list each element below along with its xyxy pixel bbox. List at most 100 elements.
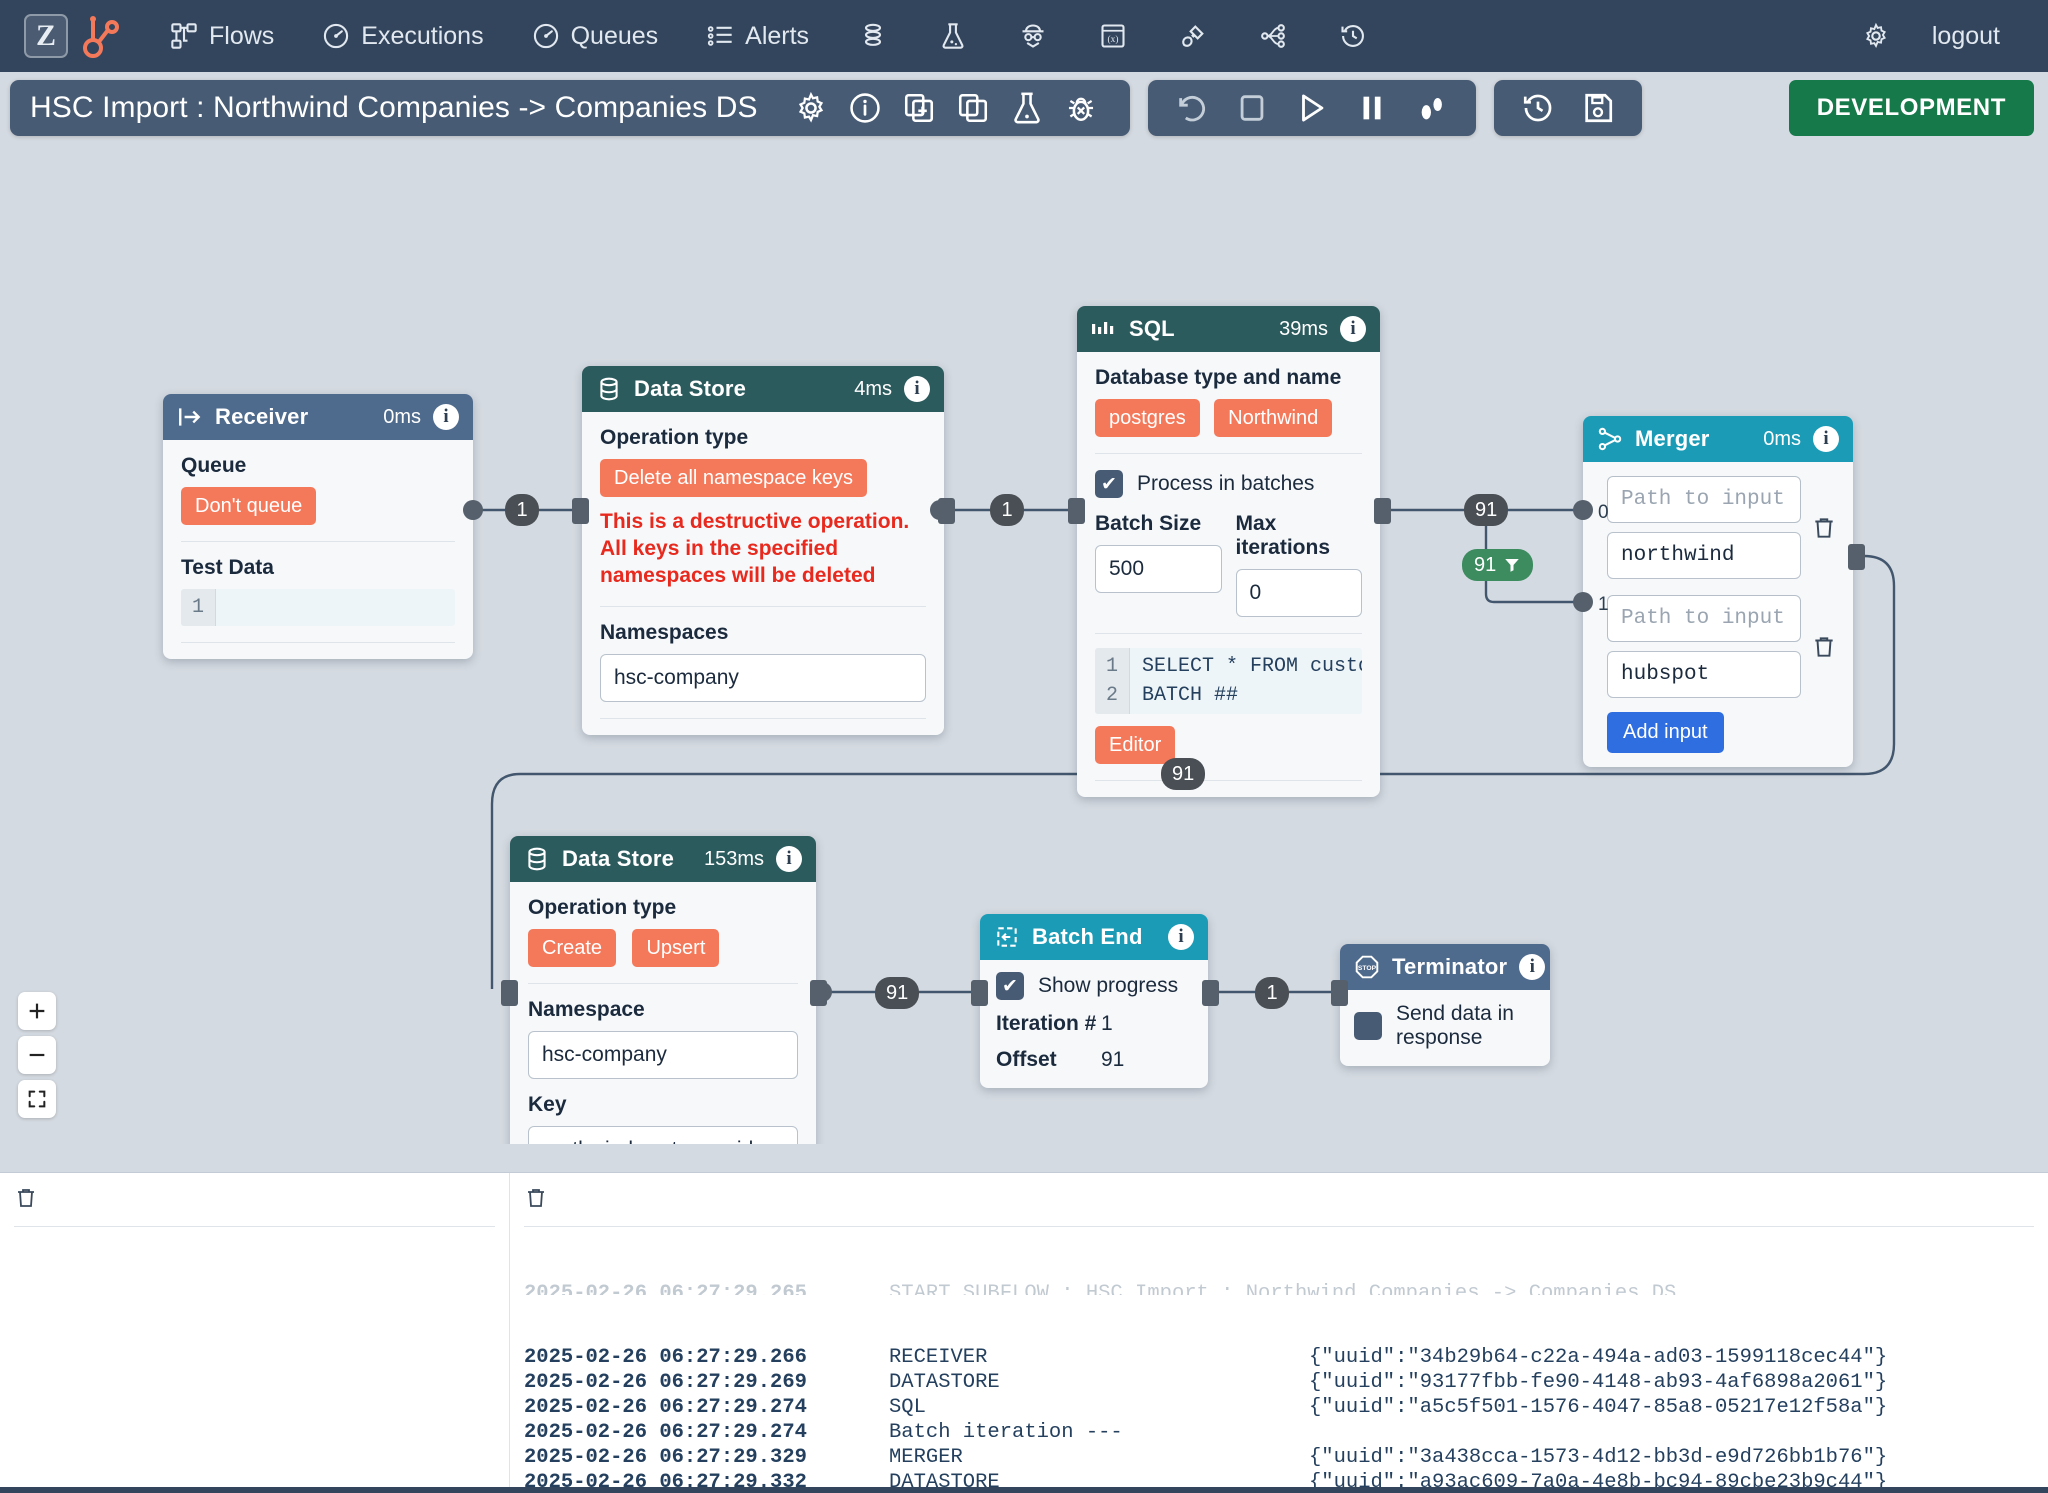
nav-item-alerts[interactable]: Alerts xyxy=(682,0,833,72)
test-data-content[interactable] xyxy=(216,589,455,626)
port-sql-out[interactable] xyxy=(1374,498,1391,524)
nav-item-executions[interactable]: Executions xyxy=(298,0,507,72)
edge-badge-datastore-batchend[interactable]: 91 xyxy=(875,977,920,1009)
pause-icon[interactable] xyxy=(1355,91,1389,125)
sql-code-content[interactable]: SELECT * FROM customers BATCH ## xyxy=(1130,648,1362,714)
info-icon[interactable]: i xyxy=(1813,426,1839,452)
stop-icon[interactable] xyxy=(1235,91,1269,125)
batch-size-input[interactable] xyxy=(1095,545,1222,593)
port-datastore-top-out-dot[interactable] xyxy=(930,500,950,520)
add-input-button[interactable]: Add input xyxy=(1607,712,1724,753)
node-datastore-bottom[interactable]: Data Store 153ms i Operation type Create… xyxy=(510,836,816,1144)
send-data-row[interactable]: Send data in response xyxy=(1354,1002,1536,1050)
nav-icon-sitemap[interactable] xyxy=(1233,0,1313,72)
step-icon[interactable] xyxy=(1415,91,1449,125)
zoom-out-button[interactable] xyxy=(18,1036,56,1074)
info-icon[interactable]: i xyxy=(776,846,802,872)
editor-button[interactable]: Editor xyxy=(1095,726,1176,764)
node-sql[interactable]: SQL 39ms i Database type and name postgr… xyxy=(1077,306,1380,797)
fit-view-button[interactable] xyxy=(18,1080,56,1118)
flask-icon[interactable] xyxy=(1010,91,1044,125)
test-data-editor[interactable]: 1 xyxy=(181,589,455,626)
nav-icon-spy[interactable] xyxy=(993,0,1073,72)
show-progress-row[interactable]: ✔ Show progress xyxy=(996,972,1192,1000)
port-datastore-bottom-out-dot[interactable] xyxy=(812,982,832,1002)
log-panel-right[interactable]: 2025-02-26 06:27:29.265 START SUBFLOW : … xyxy=(510,1173,2048,1493)
copy-add-icon[interactable] xyxy=(902,91,936,125)
port-datastore-bottom-in[interactable] xyxy=(501,980,518,1006)
edge-badge-datastore-sql[interactable]: 1 xyxy=(990,494,1024,526)
operation-upsert-pill[interactable]: Upsert xyxy=(632,929,720,967)
port-batch-end-out[interactable] xyxy=(1202,980,1219,1006)
nav-icon-variable[interactable]: (x) xyxy=(1073,0,1153,72)
key-input[interactable] xyxy=(528,1126,798,1144)
namespace-input[interactable] xyxy=(528,1031,798,1079)
log-output-table[interactable]: 2025-02-26 06:27:29.265 START SUBFLOW : … xyxy=(524,1231,2034,1493)
max-iterations-input[interactable] xyxy=(1235,569,1362,617)
port-datastore-top-in[interactable] xyxy=(572,498,589,524)
node-merger[interactable]: Merger 0ms i Path to input data northwin… xyxy=(1583,416,1853,767)
db-type-pill[interactable]: postgres xyxy=(1095,399,1200,437)
settings-button[interactable] xyxy=(1836,0,1916,72)
app-logo[interactable]: Z xyxy=(24,14,68,58)
edge-badge-receiver-datastore[interactable]: 1 xyxy=(505,494,539,526)
db-name-pill[interactable]: Northwind xyxy=(1214,399,1333,437)
bug-off-icon[interactable] xyxy=(1064,91,1098,125)
namespaces-input[interactable] xyxy=(600,653,926,702)
node-datastore-top[interactable]: Data Store 4ms i Operation type Delete a… xyxy=(582,366,944,735)
clear-right-log-icon[interactable] xyxy=(524,1185,548,1211)
delete-input-1-icon[interactable] xyxy=(1811,634,1837,660)
show-progress-checkbox[interactable]: ✔ xyxy=(996,972,1024,1000)
play-icon[interactable] xyxy=(1295,91,1329,125)
node-receiver[interactable]: Receiver 0ms i Queue Don't queue Test Da… xyxy=(163,394,473,659)
nav-icon-history[interactable] xyxy=(1313,0,1393,72)
environment-badge[interactable]: DEVELOPMENT xyxy=(1788,80,2034,136)
merger-value-input-0[interactable] xyxy=(1607,532,1801,579)
nav-icon-database[interactable] xyxy=(833,0,913,72)
operation-create-pill[interactable]: Create xyxy=(528,929,617,967)
send-data-checkbox[interactable] xyxy=(1354,1012,1382,1040)
nav-item-queues[interactable]: Queues xyxy=(508,0,683,72)
info-icon[interactable]: i xyxy=(1519,954,1546,980)
nav-item-flows[interactable]: Flows xyxy=(146,0,298,72)
queue-value-pill[interactable]: Don't queue xyxy=(181,487,317,525)
port-merger-in-0[interactable] xyxy=(1573,500,1593,520)
edge-badge-batchend-terminator[interactable]: 1 xyxy=(1255,977,1289,1009)
zoom-in-button[interactable] xyxy=(18,992,56,1030)
gear-icon[interactable] xyxy=(794,91,828,125)
save-icon[interactable] xyxy=(1581,91,1615,125)
info-icon[interactable] xyxy=(848,91,882,125)
port-merger-in-1[interactable] xyxy=(1573,592,1593,612)
nav-icon-link[interactable] xyxy=(1153,0,1233,72)
undo-icon[interactable] xyxy=(1175,91,1209,125)
sql-code-editor[interactable]: 12 SELECT * FROM customers BATCH ## xyxy=(1095,648,1362,714)
info-icon[interactable]: i xyxy=(433,404,459,430)
node-batch-end[interactable]: Batch End i ✔ Show progress Iteration # … xyxy=(980,914,1208,1088)
merger-path-input-1[interactable] xyxy=(1607,595,1801,642)
delete-input-0-icon[interactable] xyxy=(1811,515,1837,541)
operation-type-pill[interactable]: Delete all namespace keys xyxy=(600,459,868,497)
logout-button[interactable]: logout xyxy=(1920,22,2024,51)
edge-badge-merger-loop[interactable]: 91 xyxy=(1161,758,1206,790)
info-icon[interactable]: i xyxy=(904,376,930,402)
edge-badge-sql-merger[interactable]: 91 xyxy=(1464,494,1509,526)
process-in-batches-row[interactable]: ✔ Process in batches xyxy=(1095,470,1362,498)
port-batch-end-in[interactable] xyxy=(971,980,988,1006)
history-restore-icon[interactable] xyxy=(1521,91,1555,125)
port-merger-out[interactable] xyxy=(1848,544,1865,570)
node-terminator[interactable]: STOP Terminator i Send data in response xyxy=(1340,944,1550,1066)
port-terminator-in[interactable] xyxy=(1331,980,1348,1006)
port-sql-in[interactable] xyxy=(1068,498,1085,524)
duplicate-icon[interactable] xyxy=(956,91,990,125)
merger-path-input-0[interactable] xyxy=(1607,476,1801,523)
info-icon[interactable]: i xyxy=(1168,924,1194,950)
clear-left-log-icon[interactable] xyxy=(14,1185,38,1211)
port-receiver-out[interactable] xyxy=(463,500,483,520)
info-icon[interactable]: i xyxy=(1340,316,1366,342)
nav-icon-flask[interactable] xyxy=(913,0,993,72)
flow-canvas[interactable]: Receiver 0ms i Queue Don't queue Test Da… xyxy=(0,144,2048,1144)
merger-value-input-1[interactable] xyxy=(1607,651,1801,698)
process-batches-checkbox[interactable]: ✔ xyxy=(1095,470,1123,498)
edge-badge-sql-merger-flag[interactable]: 91 xyxy=(1462,549,1534,581)
hubspot-logo-icon[interactable] xyxy=(82,14,122,58)
